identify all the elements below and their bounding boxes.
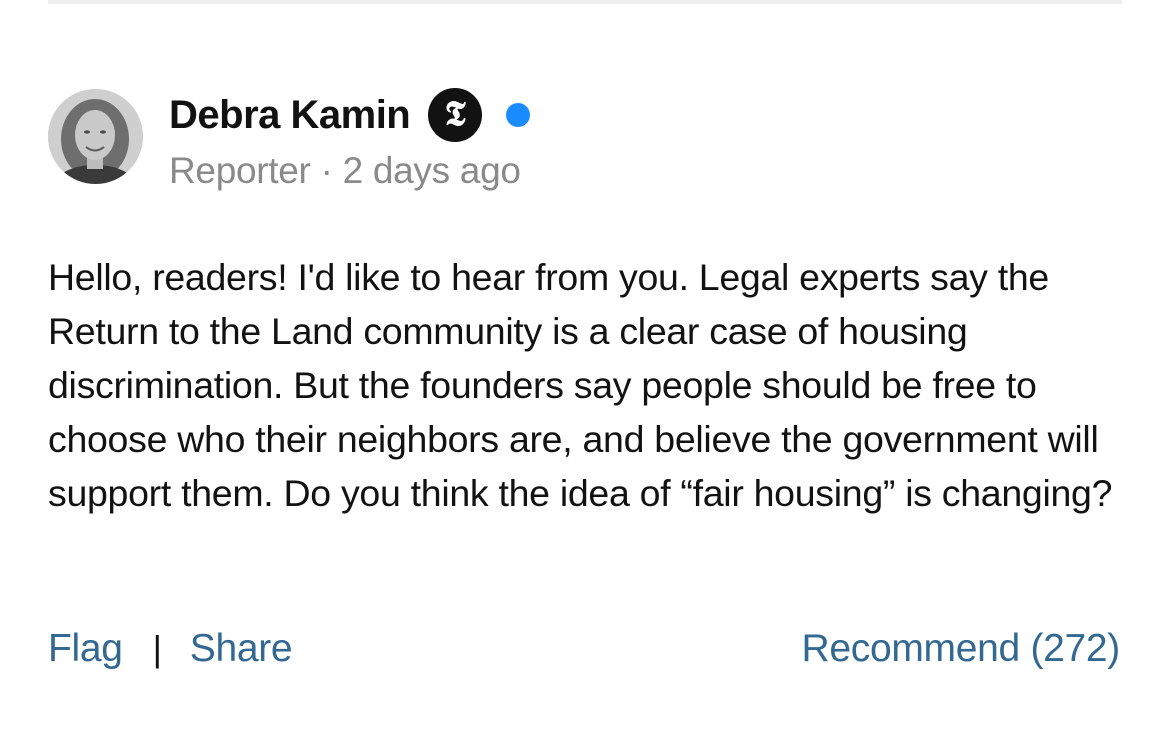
avatar-photo [48,89,143,184]
avatar[interactable] [48,89,143,184]
comment-meta: Reporter · 2 days ago [169,150,521,192]
online-status-icon [506,103,531,127]
comment-timestamp: 2 days ago [342,150,521,191]
flag-button[interactable]: Flag [48,627,123,671]
comment-actions: Flag | Share Recommend (272) [48,622,1120,676]
nyt-logo-icon: 𝕿 [428,88,483,142]
recommend-button[interactable]: Recommend (272) [802,627,1121,671]
author-row: Debra Kamin 𝕿 [169,88,531,142]
action-divider: | [152,628,162,669]
author-role: Reporter [169,150,311,191]
share-button[interactable]: Share [190,627,293,671]
author-name[interactable]: Debra Kamin [169,93,411,138]
nyt-badge-glyph: 𝕿 [444,94,466,134]
meta-separator: · [320,150,333,191]
comment-body: Hello, readers! I'd like to hear from yo… [48,256,1113,514]
reporter-comment: Debra Kamin 𝕿 Reporter · 2 days ago Hello,… [48,0,1122,747]
